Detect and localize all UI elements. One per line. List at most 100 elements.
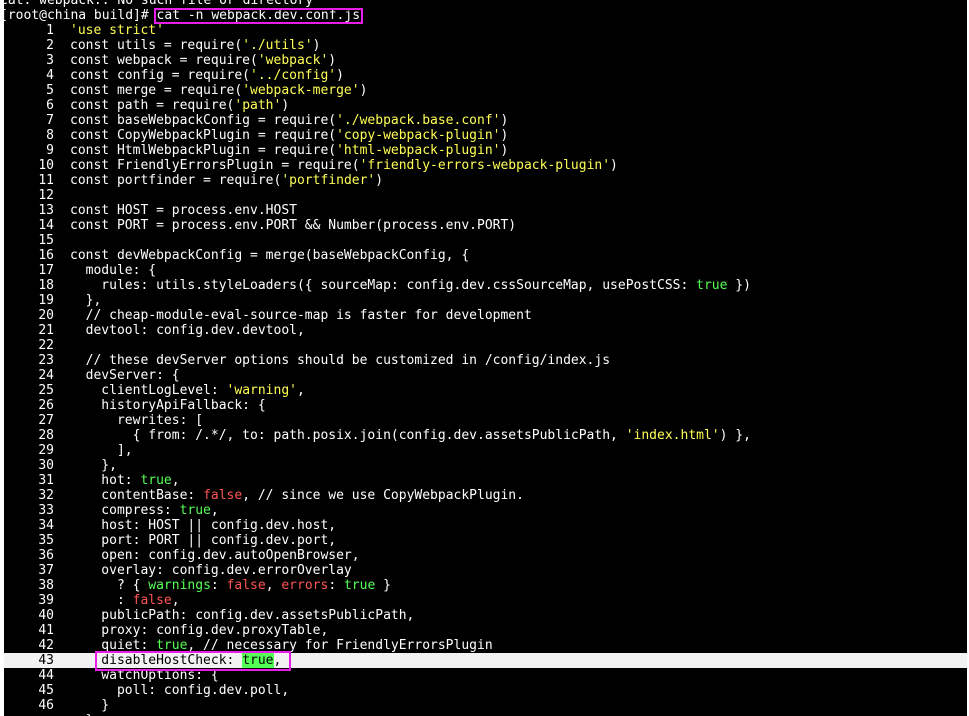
line-number: 30 <box>38 458 54 473</box>
code-line: 27 rewrites: [ <box>0 413 969 428</box>
code-token: 'webpack' <box>257 53 329 68</box>
code-token: warnings <box>148 578 211 593</box>
code-line: 10 const FriendlyErrorsPlugin = require('… <box>0 158 969 173</box>
code-line: 19 }, <box>0 293 969 308</box>
code-line: 1 'use strict' <box>0 23 969 38</box>
code-token: }, <box>70 293 102 308</box>
code-token: ) <box>610 158 618 173</box>
line-number: 3 <box>46 53 54 68</box>
code-token: }, <box>70 458 117 473</box>
code-token: ], <box>70 443 133 458</box>
code-token: const portfinder = require( <box>70 173 282 188</box>
line-number: 4 <box>46 68 54 83</box>
code-token: 'warning' <box>226 383 297 398</box>
line-number: 31 <box>38 473 54 488</box>
code-listing: 1 'use strict' 2 const utils = require('./u… <box>0 23 969 716</box>
code-token: false <box>226 578 266 593</box>
line-number: 29 <box>38 443 54 458</box>
code-token: true <box>343 578 376 593</box>
code-token: 'index.html' <box>625 428 720 443</box>
code-token: , // since we use CopyWebpackPlugin. <box>242 488 524 503</box>
line-number: 37 <box>38 563 54 578</box>
code-line: 30 }, <box>0 458 969 473</box>
line-number: 20 <box>38 308 54 323</box>
line-number: 15 <box>38 233 54 248</box>
line-number: 19 <box>38 293 54 308</box>
code-line: 45 poll: config.dev.poll, <box>0 683 969 698</box>
code-token: false <box>203 488 243 503</box>
code-token: errors <box>281 578 329 593</box>
code-line: 23 // these devServer options should be … <box>0 353 969 368</box>
command-text: cat -n webpack.dev.conf.js <box>156 8 361 23</box>
code-token: clientLogLevel: <box>70 383 227 398</box>
code-token: false <box>132 593 172 608</box>
code-token: , <box>297 383 305 398</box>
code-token: 'html-webpack-plugin' <box>336 143 501 158</box>
line-number: 13 <box>38 203 54 218</box>
command-line: [root@china build]# cat -n webpack.dev.c… <box>0 8 969 23</box>
terminal-window[interactable]: cat: webpack:: No such file or directory… <box>0 0 969 716</box>
code-token: rewrites: [ <box>70 413 204 428</box>
code-token: ) <box>312 38 321 53</box>
code-token: , <box>273 653 282 668</box>
code-token: hot: <box>70 473 141 488</box>
code-token: true <box>696 278 728 293</box>
code-token: ) <box>375 173 384 188</box>
line-number: 9 <box>46 143 54 158</box>
shell-prompt: [root@china build]# <box>0 8 157 23</box>
code-token: 'copy-webpack-plugin' <box>336 128 501 143</box>
code-token: host: HOST || config.dev.host, <box>70 518 337 533</box>
code-token: devServer: { <box>70 368 180 383</box>
code-token: 'portfinder' <box>281 173 376 188</box>
code-line: 16 const devWebpackConfig = merge(baseWeb… <box>0 248 969 263</box>
code-token: 'friendly-errors-webpack-plugin' <box>359 158 611 173</box>
code-token: : <box>328 578 344 593</box>
code-token: proxy: config.dev.proxyTable, <box>70 623 329 638</box>
code-token: // these devServer options should be cus… <box>70 353 611 368</box>
line-number: 45 <box>38 683 54 698</box>
code-line: 14 const PORT = process.env.PORT && Numbe… <box>0 218 969 233</box>
code-token: ) <box>281 98 290 113</box>
line-number: 21 <box>38 323 54 338</box>
code-token: module: { <box>70 263 157 278</box>
line-number: 22 <box>38 338 54 353</box>
code-token: const FriendlyErrorsPlugin = require( <box>70 158 360 173</box>
code-token: ) <box>328 53 337 68</box>
code-token: : <box>210 578 227 593</box>
line-number: 8 <box>46 128 54 143</box>
line-number: 5 <box>46 83 54 98</box>
line-number: 46 <box>38 698 54 713</box>
code-token: const devWebpackConfig = merge(baseWebpa… <box>70 248 470 263</box>
code-line: 9 const HtmlWebpackPlugin = require('html… <box>0 143 969 158</box>
code-token: { from: /.*/, to: path.posix.join(config… <box>70 428 626 443</box>
line-number: 42 <box>38 638 54 653</box>
code-token: contentBase: <box>70 488 204 503</box>
line-number: 1 <box>46 23 54 38</box>
code-token: const HtmlWebpackPlugin = require( <box>70 143 337 158</box>
code-token: historyApiFallback: { <box>70 398 266 413</box>
code-token: ) }, <box>719 428 751 443</box>
code-line: 32 contentBase: false, // since we use C… <box>0 488 969 503</box>
code-line: 36 open: config.dev.autoOpenBrowser, <box>0 548 969 563</box>
line-number: 33 <box>38 503 54 518</box>
code-line: 20 // cheap-module-eval-source-map is fa… <box>0 308 969 323</box>
code-line: 8 const CopyWebpackPlugin = require('copy… <box>0 128 969 143</box>
code-token: ) <box>336 68 344 83</box>
line-number: 34 <box>38 518 54 533</box>
code-line: 25 clientLogLevel: 'warning', <box>0 383 969 398</box>
code-line: 38 ? { warnings: false, errors: true } <box>0 578 969 593</box>
line-number: 16 <box>38 248 54 263</box>
line-number: 35 <box>38 533 54 548</box>
line-number: 28 <box>38 428 54 443</box>
code-token: port: PORT || config.dev.port, <box>70 533 337 548</box>
code-token: true <box>179 503 211 518</box>
code-token: 'path' <box>234 98 282 113</box>
line-number: 36 <box>38 548 54 563</box>
line-number: 25 <box>38 383 54 398</box>
line-number: 10 <box>38 158 54 173</box>
code-line: 37 overlay: config.dev.errorOverlay <box>0 563 969 578</box>
code-line: 22 <box>0 338 969 353</box>
code-line: 24 devServer: { <box>0 368 969 383</box>
code-line: 42 quiet: true, // necessary for Friendl… <box>0 638 969 653</box>
code-line: 18 rules: utils.styleLoaders({ sourceMap… <box>0 278 969 293</box>
